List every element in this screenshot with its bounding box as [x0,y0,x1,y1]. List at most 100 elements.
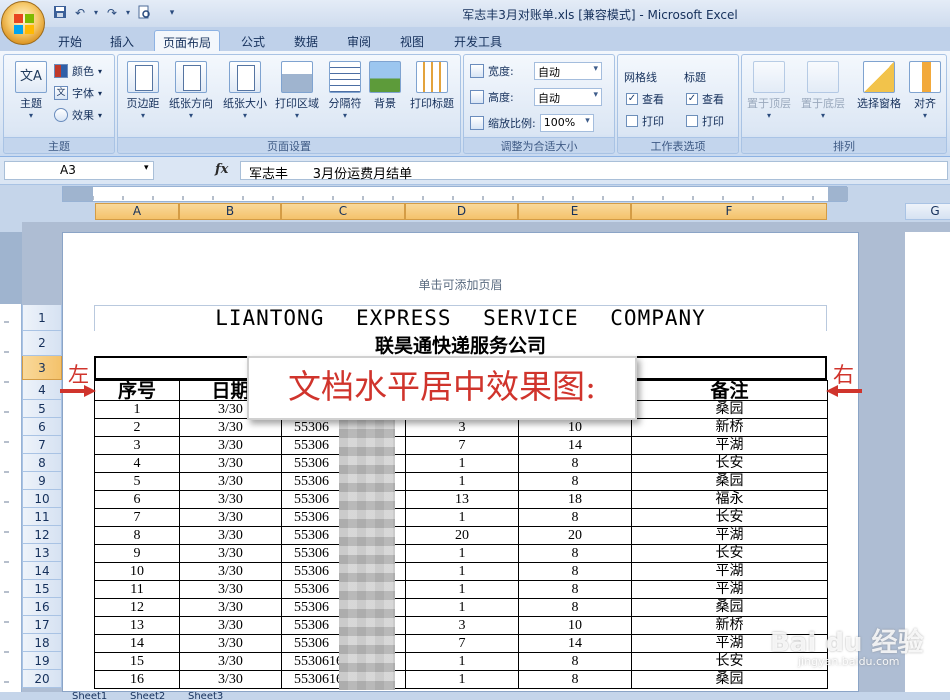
table-cell[interactable]: 平湖 [631,562,828,581]
column-header-c[interactable]: C [281,203,405,220]
table-cell[interactable]: 平湖 [631,436,828,455]
table-cell[interactable]: 3 [94,436,180,455]
table-cell[interactable]: 6 [94,490,180,509]
gridlines-print-row[interactable]: 打印 [626,111,664,131]
align-button[interactable]: 对齐 ▾ [902,61,948,120]
table-cell[interactable]: 平湖 [631,580,828,599]
headings-print-row[interactable]: 打印 [686,111,724,131]
gridlines-view-checkbox[interactable]: ✓ [626,93,638,105]
table-cell[interactable]: 1 [405,652,519,671]
background-button[interactable]: 背景 [360,61,410,111]
row-header-8[interactable]: 8 [22,454,62,472]
table-cell[interactable]: 16 [94,670,180,689]
table-cell[interactable]: 8 [518,508,632,527]
horizontal-ruler[interactable] [62,186,848,202]
table-cell[interactable]: 3/30 [179,616,282,635]
table-cell[interactable]: 4 [94,454,180,473]
table-cell[interactable]: 11 [94,580,180,599]
table-cell[interactable]: 桑园 [631,670,828,689]
table-cell[interactable]: 13 [94,616,180,635]
table-cell[interactable]: 1 [405,580,519,599]
table-cell[interactable]: 1 [405,670,519,689]
table-cell[interactable]: 1 [405,454,519,473]
table-cell[interactable]: 福永 [631,490,828,509]
header-cell[interactable]: 序号 [94,380,180,401]
table-cell[interactable]: 10 [94,562,180,581]
table-cell[interactable]: 长安 [631,544,828,563]
headings-view-checkbox[interactable]: ✓ [686,93,698,105]
table-cell[interactable]: 7 [94,508,180,527]
scale-spinner[interactable]: 100% [539,114,594,132]
table-cell[interactable]: 8 [518,562,632,581]
table-cell[interactable]: 8 [518,580,632,599]
table-cell[interactable]: 3/30 [179,580,282,599]
tab-view[interactable]: 视图 [392,30,432,51]
row-header-16[interactable]: 16 [22,598,62,616]
table-cell[interactable]: 桑园 [631,598,828,617]
table-cell[interactable]: 3/30 [179,634,282,653]
tab-review[interactable]: 审阅 [339,30,379,51]
company-title-cn[interactable]: 联昊通快递服务公司 [94,331,827,357]
row-header-6[interactable]: 6 [22,418,62,436]
row-header-19[interactable]: 19 [22,652,62,670]
row-header-11[interactable]: 11 [22,508,62,526]
table-cell[interactable]: 8 [518,544,632,563]
table-cell[interactable]: 8 [518,652,632,671]
table-cell[interactable]: 10 [518,616,632,635]
send-to-back-button[interactable]: 置于底层 ▾ [798,61,848,120]
row-header-7[interactable]: 7 [22,436,62,454]
table-cell[interactable]: 1 [94,400,180,419]
table-cell[interactable]: 1 [405,472,519,491]
table-cell[interactable]: 3/30 [179,508,282,527]
table-cell[interactable]: 18 [518,490,632,509]
column-header-f[interactable]: F [631,203,827,220]
table-cell[interactable]: 3/30 [179,598,282,617]
row-header-14[interactable]: 14 [22,562,62,580]
table-cell[interactable]: 12 [94,598,180,617]
table-cell[interactable]: 2 [94,418,180,437]
row-header-3[interactable]: 3 [22,356,62,380]
tab-formulas[interactable]: 公式 [233,30,273,51]
theme-fonts-button[interactable]: 文 字体 ▾ [54,83,102,103]
table-cell[interactable]: 20 [518,526,632,545]
table-cell[interactable]: 20 [405,526,519,545]
selection-pane-button[interactable]: 选择窗格 [852,61,906,111]
table-cell[interactable]: 8 [518,472,632,491]
headings-print-checkbox[interactable] [686,115,698,127]
tab-insert[interactable]: 插入 [102,30,142,51]
column-header-d[interactable]: D [405,203,518,220]
table-cell[interactable]: 8 [518,670,632,689]
function-icon[interactable]: fx [215,162,228,177]
gridlines-print-checkbox[interactable] [626,115,638,127]
table-cell[interactable]: 平湖 [631,526,828,545]
table-cell[interactable]: 3/30 [179,418,282,437]
row-header-12[interactable]: 12 [22,526,62,544]
table-cell[interactable]: 3/30 [179,652,282,671]
column-header-g[interactable]: G [905,203,950,220]
formula-input[interactable]: 军志丰 3月份运费月结单 [240,161,948,182]
margins-button[interactable]: 页边距 ▾ [118,61,168,120]
header-cell[interactable]: 备注 [631,380,828,401]
sheet-tab-2[interactable]: Sheet2 [130,692,165,700]
themes-button[interactable]: 文A 主题 ▾ [6,61,56,120]
table-cell[interactable]: 新桥 [631,418,828,437]
chevron-down-icon[interactable]: ▾ [144,163,149,173]
table-cell[interactable]: 3/30 [179,670,282,689]
table-cell[interactable]: 3/30 [179,562,282,581]
table-cell[interactable]: 5 [94,472,180,491]
add-header-hint[interactable]: 单击可添加页眉 [62,276,859,293]
table-cell[interactable]: 13 [405,490,519,509]
column-header-b[interactable]: B [179,203,281,220]
office-button[interactable] [1,1,45,45]
table-cell[interactable]: 14 [94,634,180,653]
table-cell[interactable]: 7 [405,634,519,653]
row-header-18[interactable]: 18 [22,634,62,652]
table-cell[interactable]: 3/30 [179,454,282,473]
table-cell[interactable]: 8 [94,526,180,545]
sheet-tab-1[interactable]: Sheet1 [72,692,107,700]
height-dropdown[interactable]: 自动 [534,88,602,106]
row-header-2[interactable]: 2 [22,331,62,356]
theme-effects-button[interactable]: 效果 ▾ [54,105,102,125]
table-cell[interactable]: 3/30 [179,544,282,563]
table-cell[interactable]: 长安 [631,508,828,527]
